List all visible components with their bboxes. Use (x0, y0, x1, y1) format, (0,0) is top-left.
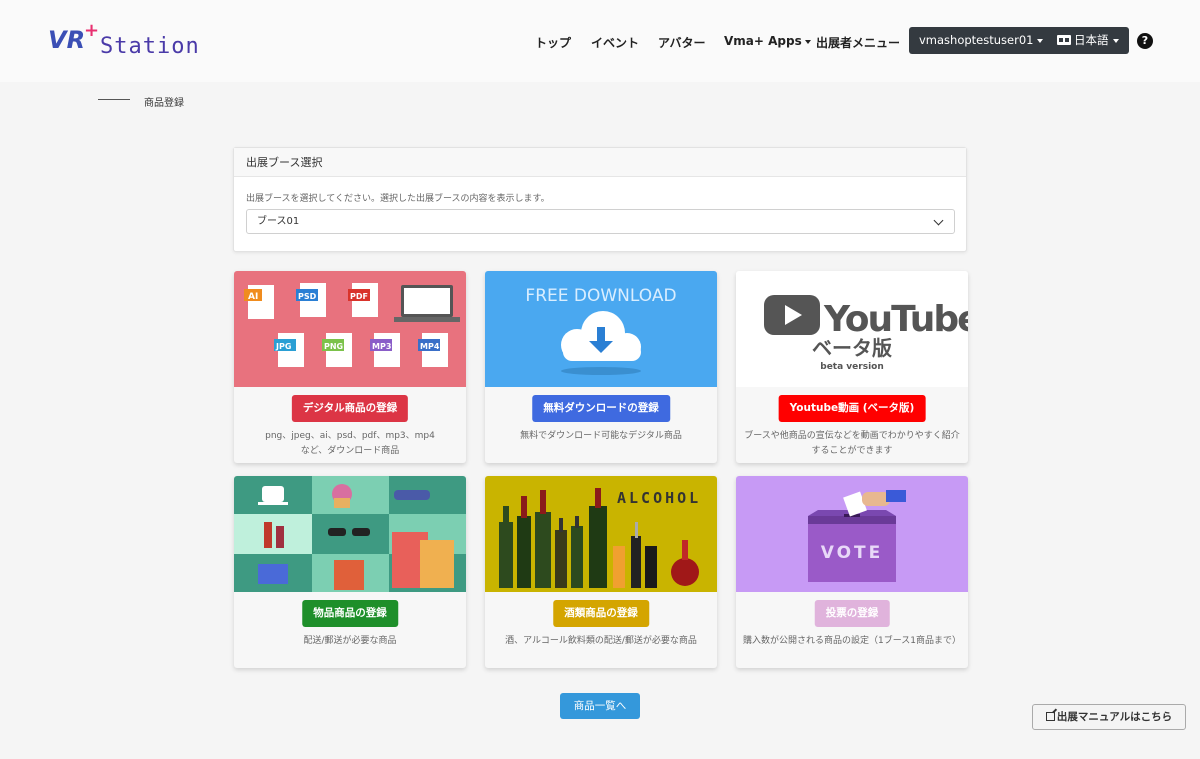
caret-down-icon (804, 39, 811, 44)
chevron-down-icon (933, 215, 944, 226)
cup-icon (262, 486, 284, 502)
translate-icon (1057, 35, 1071, 45)
desc-line: 配送/郵送が必要な商品 (303, 636, 397, 646)
desc-line: 無料でダウンロード可能なデジタル商品 (520, 431, 682, 441)
external-link-icon (1045, 712, 1055, 721)
book-icon (258, 564, 288, 584)
nav-event[interactable]: イベント (591, 34, 639, 51)
breadcrumb-current: 商品登録 (144, 98, 184, 109)
exhibitor-manual-button[interactable]: 出展マニュアルはこちら (1032, 704, 1186, 730)
vote-box-illustration: VOTE (736, 476, 968, 592)
register-youtube-button[interactable]: Youtube動画 (ベータ版) (778, 395, 926, 422)
physical-goods-illustration (234, 476, 466, 592)
svg-text:FREE DOWNLOAD: FREE DOWNLOAD (525, 286, 676, 306)
product-list-button[interactable]: 商品一覧へ (560, 693, 640, 719)
svg-text:MP4: MP4 (420, 342, 440, 351)
desc-line: png、jpeg、ai、psd、pdf、mp3、mp4 (265, 431, 435, 441)
booth-description: 出展ブースを選択してください。選択した出展ブースの内容を表示します。 (246, 194, 550, 204)
tile-alcohol-desc: 酒、アルコール飲料類の配送/郵送が必要な商品 (489, 634, 713, 649)
tile-digital-desc: png、jpeg、ai、psd、pdf、mp3、mp4 など、ダウンロード商品 (238, 429, 462, 459)
user-menu-button[interactable]: vmashoptestuser01 (909, 27, 1054, 54)
youtube-beta-illustration: YouTube ベータ版 beta version (736, 271, 968, 387)
desc-line: ブースや他商品の宣伝などを動画でわかりやすく紹介 (744, 431, 960, 441)
booth-selected-value: ブース01 (257, 216, 300, 227)
tile-vote-desc: 購入数が公開される商品の設定（1ブース1商品まで） (740, 634, 964, 649)
nav-exhibitor-menu[interactable]: 出展者メニュー (816, 34, 900, 51)
svg-text:MP3: MP3 (372, 342, 391, 351)
tile-physical-desc: 配送/郵送が必要な商品 (238, 634, 462, 649)
booth-select-card: 出展ブース選択 出展ブースを選択してください。選択した出展ブースの内容を表示しま… (233, 147, 967, 252)
svg-text:Station: Station (100, 34, 200, 59)
desc-line: することができます (811, 446, 893, 456)
site-header: VR + Station トップ イベント アバター Vma+ Apps 出展者… (0, 0, 1200, 82)
desc-line: など、ダウンロード商品 (300, 446, 400, 456)
svg-text:ベータ版: ベータ版 (812, 336, 892, 360)
svg-text:+: + (84, 20, 99, 41)
register-vote-button[interactable]: 投票の登録 (814, 600, 890, 627)
sunglasses-icon (328, 528, 346, 536)
nav-top[interactable]: トップ (535, 34, 571, 51)
tile-free-download: FREE DOWNLOAD 無料ダウンロードの登録 無料でダウンロード可能なデジ… (485, 271, 717, 463)
register-digital-button[interactable]: デジタル商品の登録 (291, 395, 409, 422)
bottle-icon (264, 522, 272, 548)
caret-down-icon (1037, 38, 1044, 43)
nav-avatar[interactable]: アバター (658, 34, 706, 51)
svg-text:AI: AI (248, 292, 258, 302)
digital-files-illustration: AI PSD PDF JPG PNG MP3 MP4 (234, 271, 466, 387)
svg-text:ALCOHOL: ALCOHOL (617, 489, 701, 507)
shoe-icon (394, 490, 430, 500)
svg-text:VR: VR (48, 26, 85, 54)
language-label: 日本語 (1074, 33, 1109, 47)
booth-select[interactable]: ブース01 (246, 209, 955, 234)
desc-line: 購入数が公開される商品の設定（1ブース1商品まで） (742, 636, 961, 646)
svg-text:PDF: PDF (350, 292, 368, 301)
alcohol-illustration: ALCOHOL (485, 476, 717, 592)
jacket-icon (334, 560, 364, 590)
nav-vma-apps-label: Vma+ Apps (724, 34, 802, 48)
breadcrumb-divider (98, 99, 130, 100)
tile-youtube-desc: ブースや他商品の宣伝などを動画でわかりやすく紹介 することができます (740, 429, 964, 459)
tile-vote: VOTE 投票の登録 購入数が公開される商品の設定（1ブース1商品まで） (736, 476, 968, 668)
language-button[interactable]: 日本語 (1047, 27, 1129, 54)
register-physical-button[interactable]: 物品商品の登録 (302, 600, 398, 627)
svg-text:beta version: beta version (820, 362, 884, 372)
vr-station-logo[interactable]: VR + Station (48, 20, 208, 60)
free-download-illustration: FREE DOWNLOAD (485, 271, 717, 387)
svg-text:VOTE: VOTE (821, 543, 884, 563)
caret-down-icon (1112, 38, 1119, 43)
desc-line: 酒、アルコール飲料類の配送/郵送が必要な商品 (505, 636, 697, 646)
tile-physical: 物品商品の登録 配送/郵送が必要な商品 (234, 476, 466, 668)
nav-vma-apps[interactable]: Vma+ Apps (724, 34, 811, 48)
tile-alcohol: ALCOHOL 酒類商品の登録 酒、アルコール飲料類の配送/郵送が必要な商品 (485, 476, 717, 668)
svg-text:YouTube: YouTube (823, 299, 968, 340)
user-menu-label: vmashoptestuser01 (919, 33, 1034, 47)
manual-label: 出展マニュアルはこちら (1056, 711, 1173, 723)
tile-free-download-desc: 無料でダウンロード可能なデジタル商品 (489, 429, 713, 444)
register-alcohol-button[interactable]: 酒類商品の登録 (553, 600, 649, 627)
svg-text:PNG: PNG (324, 342, 343, 351)
help-icon[interactable]: ? (1137, 33, 1153, 49)
tile-digital: AI PSD PDF JPG PNG MP3 MP4 デジタル商品の登録 png… (234, 271, 466, 463)
booth-card-title: 出展ブース選択 (234, 148, 966, 177)
tile-youtube: YouTube ベータ版 beta version Youtube動画 (ベータ… (736, 271, 968, 463)
svg-text:JPG: JPG (275, 342, 291, 351)
register-free-download-button[interactable]: 無料ダウンロードの登録 (532, 395, 670, 422)
svg-text:PSD: PSD (298, 292, 317, 301)
